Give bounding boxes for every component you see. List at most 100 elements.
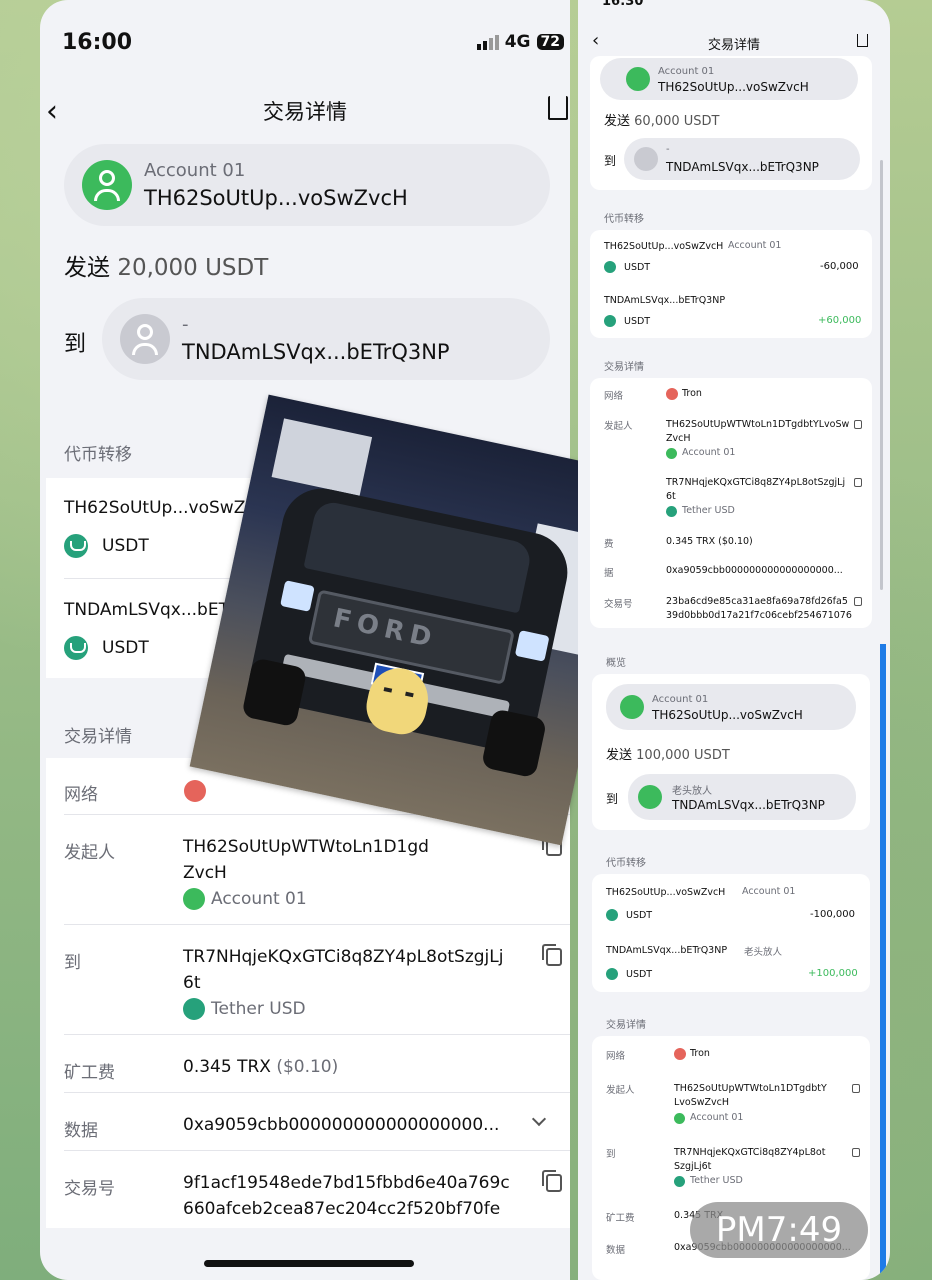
send-line: 发送 100,000 USDT <box>606 748 730 763</box>
details-title: 交易详情 <box>604 362 644 373</box>
fee-label: 矿工费 <box>606 1213 635 1224</box>
to-token: Tether USD <box>682 505 735 516</box>
usdt-icon <box>64 534 88 558</box>
to-token: Tether USD <box>690 1175 743 1186</box>
initiator-label: 发起人 <box>606 1085 635 1096</box>
tron-icon <box>674 1048 686 1060</box>
to-account-card: - TNDAmLSVqx...bETrQ3NP <box>102 298 550 380</box>
usdt-icon <box>606 968 618 980</box>
avatar-icon <box>634 147 658 171</box>
initiator-account: Account 01 <box>682 447 736 458</box>
copy-icon[interactable] <box>542 1170 562 1192</box>
to-address-2: 6t <box>666 491 676 502</box>
data-value: 0xa9059cbb000000000000000000... <box>666 565 843 576</box>
from-account-address: TH62SoUtUp...voSwZvcH <box>658 80 809 94</box>
share-icon[interactable] <box>548 96 568 120</box>
from-account-name: Account 01 <box>652 694 709 705</box>
data-label: 数据 <box>64 1121 98 1141</box>
divider <box>64 1150 570 1151</box>
overview-title: 概览 <box>606 658 626 669</box>
network-label: 网络 <box>64 785 98 805</box>
usdt-icon <box>604 315 616 327</box>
to-account-address: TNDAmLSVqx...bETrQ3NP <box>672 798 825 812</box>
page-title: 交易详情 <box>707 38 760 53</box>
txid-2: 660afceb2cea87ec204cc2f520bf70fe <box>183 1199 501 1219</box>
copy-icon[interactable] <box>854 597 862 606</box>
usdt-icon <box>606 909 618 921</box>
signal-icon <box>476 34 499 50</box>
to-label: 到 <box>606 1149 616 1160</box>
data-label: 据 <box>604 568 614 579</box>
to-account-pill: 老头放人 TNDAmLSVqx...bETrQ3NP <box>628 774 856 820</box>
initiator-account: Account 01 <box>183 888 307 910</box>
usdt-icon <box>64 636 88 660</box>
details-title: 交易详情 <box>64 727 132 747</box>
txid-1: 23ba6cd9e85ca31ae8fa69a78fd26fa5 <box>666 596 848 607</box>
to-address-1: TR7NHqjeKQxGTCi8q8ZY4pL8otSzgjLj <box>666 477 846 488</box>
token-transfer-title: 代币转移 <box>604 214 644 225</box>
txid-1: 9f1acf19548ede7bd15fbbd6e40a769c <box>183 1173 510 1193</box>
fee-value: 0.345 TRX ($0.10) <box>183 1057 339 1077</box>
send-line: 发送 60,000 USDT <box>604 114 720 129</box>
battery-icon: 72 <box>536 34 564 50</box>
copy-icon[interactable] <box>852 1084 860 1093</box>
to-label: 到 <box>64 332 87 357</box>
transfer-token: USDT <box>624 316 651 327</box>
initiator-address-1: TH62SoUtUpWTWtoLn1DTgdbtY <box>674 1083 827 1094</box>
account-icon <box>666 448 677 459</box>
transfer-account-name: Account 01 <box>728 240 782 251</box>
txid-label: 交易号 <box>64 1179 115 1199</box>
details-card: 网络 Tron 发起人 TH62SoUtUpWTWtoLn1DTgdbtYLvo… <box>590 378 872 628</box>
token-transfer-card: TH62SoUtUp...voSwZvcH Account 01 USDT -6… <box>590 230 872 338</box>
fee-label: 费 <box>604 539 614 550</box>
wheel <box>241 657 308 728</box>
to-address-1: TR7NHqjeKQxGTCi8q8ZY4pL8ot <box>674 1147 826 1158</box>
transfer-amount: -60,000 <box>820 261 859 272</box>
network-label: 网络 <box>604 391 624 402</box>
token-transfer-title: 代币转移 <box>64 445 132 465</box>
from-account-name: Account 01 <box>658 66 715 77</box>
from-account-pill: Account 01 TH62SoUtUp...voSwZvcH <box>600 58 858 100</box>
copy-icon[interactable] <box>854 420 862 429</box>
to-label: 到 <box>604 154 617 168</box>
transfer-address: TNDAmLSVqx...bET <box>64 600 229 620</box>
to-account-pill: - TNDAmLSVqx...bETrQ3NP <box>624 138 860 180</box>
to-label: 到 <box>64 953 81 973</box>
send-label: 发送 <box>64 255 110 281</box>
copy-icon[interactable] <box>854 478 862 487</box>
initiator-label: 发起人 <box>604 421 633 432</box>
tether-icon <box>183 998 205 1020</box>
divider <box>64 1034 570 1035</box>
initiator-address-2: ZvcH <box>183 863 227 883</box>
transfer-token: USDT <box>102 638 149 658</box>
avatar-icon <box>626 67 650 91</box>
share-icon[interactable] <box>857 34 868 47</box>
avatar-icon <box>82 160 132 210</box>
chevron-down-icon[interactable] <box>531 1111 547 1127</box>
home-indicator <box>204 1260 414 1267</box>
to-account-name: - <box>182 314 189 335</box>
usdt-icon <box>604 261 616 273</box>
to-account-name: 老头放人 <box>672 786 712 797</box>
transfer-token: USDT <box>626 969 653 980</box>
transfer-token: USDT <box>624 262 651 273</box>
initiator-label: 发起人 <box>64 843 115 863</box>
initiator-address-2: ZvcH <box>666 433 691 444</box>
to-address-2: 6t <box>183 973 201 993</box>
from-account-name: Account 01 <box>144 160 246 181</box>
txid-label: 交易号 <box>604 599 633 610</box>
copy-icon[interactable] <box>852 1148 860 1157</box>
scrollbar[interactable] <box>880 160 883 590</box>
send-amount: 20,000 USDT <box>117 255 269 281</box>
message-timestamp: PM7:49 <box>690 1202 868 1258</box>
from-account-pill: Account 01 TH62SoUtUp...voSwZvcH <box>606 684 856 730</box>
copy-icon[interactable] <box>542 944 562 966</box>
network-value: Tron <box>682 388 702 399</box>
highlight-bar <box>880 644 886 1280</box>
to-account-address: TNDAmLSVqx...bETrQ3NP <box>666 160 819 174</box>
initiator-account: Account 01 <box>690 1112 744 1123</box>
transfer-address: TH62SoUtUp...voSwZvcH <box>604 241 724 252</box>
to-address-1: TR7NHqjeKQxGTCi8q8ZY4pL8otSzgjLj <box>183 947 504 967</box>
tether-icon <box>666 506 677 517</box>
right-transaction-screenshot: 16:30 ‹ 交易详情 Account 01 TH62SoUtUp...voS… <box>578 0 890 1280</box>
